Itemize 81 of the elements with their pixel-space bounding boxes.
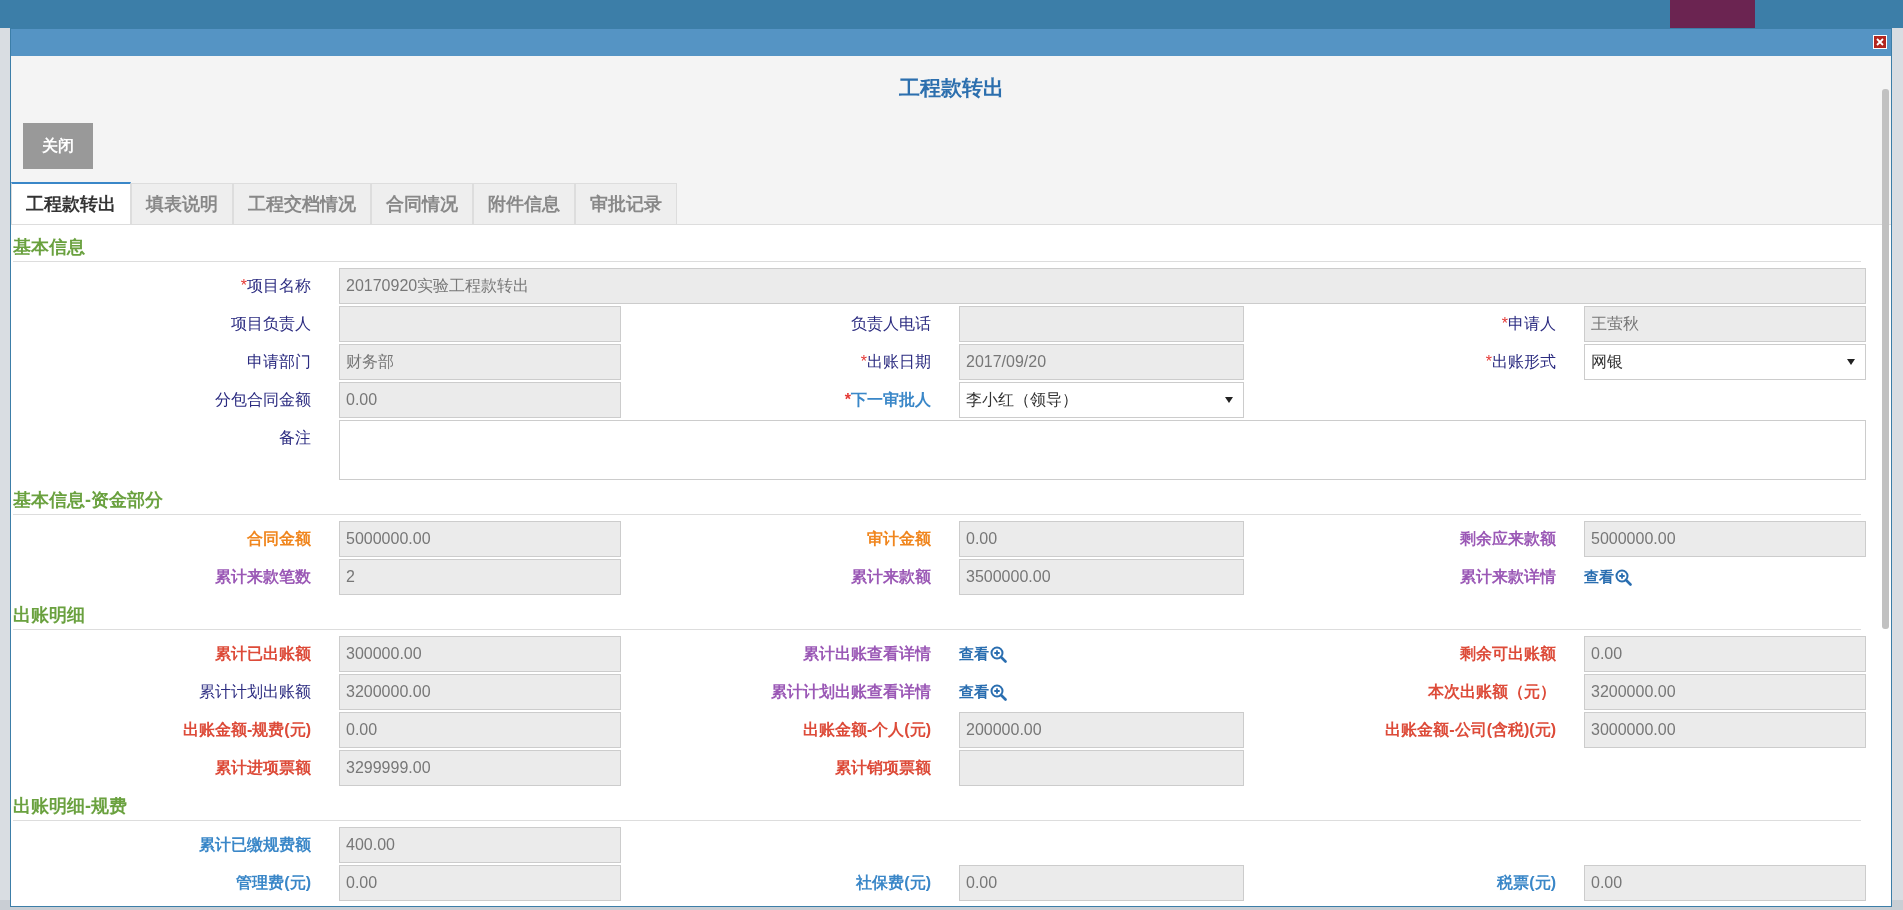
textarea-field[interactable] (339, 420, 1866, 480)
input-field[interactable]: 3000000.00 (1584, 712, 1866, 748)
field-label: 本次出账额（元） (1427, 682, 1556, 702)
tab[interactable]: 合同情况 (371, 183, 473, 224)
input-field[interactable]: 3299999.00 (339, 750, 621, 786)
field-label: 税票(元) (1495, 873, 1556, 893)
field-label: 审计金额 (866, 529, 931, 549)
field-label: 项目负责人 (230, 314, 311, 334)
section-heading: 出账明细-规费 (13, 790, 1861, 821)
input-field[interactable]: 3200000.00 (339, 674, 621, 710)
tab[interactable]: 填表说明 (131, 183, 233, 224)
tab[interactable]: 工程交档情况 (233, 183, 371, 224)
input-field[interactable]: 0.00 (1584, 636, 1866, 672)
zoom-in-icon[interactable] (990, 645, 1007, 663)
close-icon[interactable] (1873, 35, 1887, 49)
field-label: 出账金额-规费(元) (182, 720, 311, 740)
view-link[interactable]: 查看 (959, 682, 989, 702)
tab[interactable]: 工程款转出 (11, 182, 131, 224)
field-label: 管理费(元) (235, 873, 311, 893)
field-label: *项目名称 (239, 276, 311, 296)
input-field[interactable]: 王萤秋 (1584, 306, 1866, 342)
tab[interactable]: 附件信息 (473, 183, 575, 224)
field-label: 合同金额 (246, 529, 311, 549)
input-field[interactable]: 财务部 (339, 344, 621, 380)
field-label: 累计来款笔数 (214, 567, 311, 587)
field-label: 申请部门 (246, 352, 311, 372)
section-heading: 出账明细 (13, 599, 1861, 630)
view-link[interactable]: 查看 (1584, 567, 1614, 587)
section-heading: 基本信息 (13, 231, 1861, 262)
input-field[interactable]: 0.00 (959, 865, 1244, 901)
tab[interactable]: 审批记录 (575, 183, 677, 224)
close-button[interactable]: 关闭 (23, 123, 93, 169)
input-field[interactable]: 3200000.00 (1584, 674, 1866, 710)
field-label: 累计已出账额 (214, 644, 311, 664)
field-label: 累计出账查看详情 (802, 644, 931, 664)
field-label: 分包合同金额 (214, 390, 311, 410)
section-heading: 基本信息-资金部分 (13, 484, 1861, 515)
input-field[interactable]: 2017/09/20 (959, 344, 1244, 380)
field-label: 累计计划出账查看详情 (770, 682, 931, 702)
field-label: 剩余可出账额 (1459, 644, 1556, 664)
select-field[interactable]: 李小红（领导） (959, 382, 1244, 418)
field-label: 累计计划出账额 (198, 682, 311, 702)
scrollbar[interactable] (1882, 89, 1889, 629)
input-field[interactable]: 5000000.00 (339, 521, 621, 557)
input-field[interactable]: 2 (339, 559, 621, 595)
input-field[interactable]: 3500000.00 (959, 559, 1244, 595)
field-label: 负责人电话 (850, 314, 931, 334)
field-label: 累计进项票额 (214, 758, 311, 778)
input-field[interactable] (959, 750, 1244, 786)
input-field[interactable]: 0.00 (339, 712, 621, 748)
field-label: 累计销项票额 (834, 758, 931, 778)
field-label: *下一审批人 (843, 390, 931, 410)
input-field[interactable]: 200000.00 (959, 712, 1244, 748)
input-field[interactable]: 20170920实验工程款转出 (339, 268, 1866, 304)
field-label: *出账形式 (1484, 352, 1556, 372)
select-field[interactable]: 网银 (1584, 344, 1866, 380)
input-field[interactable]: 400.00 (339, 827, 621, 863)
field-label: *出账日期 (859, 352, 931, 372)
field-label: 出账金额-公司(含税)(元) (1384, 720, 1556, 740)
input-field[interactable]: 5000000.00 (1584, 521, 1866, 557)
input-field[interactable]: 0.00 (339, 865, 621, 901)
zoom-in-icon[interactable] (1615, 568, 1632, 586)
field-label: 社保费(元) (855, 873, 931, 893)
input-field[interactable]: 0.00 (339, 382, 621, 418)
dialog-title: 工程款转出 (898, 75, 1004, 101)
zoom-in-icon[interactable] (990, 683, 1007, 701)
field-label: *申请人 (1500, 314, 1556, 334)
field-label: 剩余应来款额 (1459, 529, 1556, 549)
field-label: 出账金额-个人(元) (802, 720, 931, 740)
input-field[interactable]: 300000.00 (339, 636, 621, 672)
dropdown-caret-icon (1847, 359, 1855, 365)
field-label: 累计来款详情 (1459, 567, 1556, 587)
input-field[interactable]: 0.00 (959, 521, 1244, 557)
input-field[interactable]: 0.00 (1584, 865, 1866, 901)
view-link[interactable]: 查看 (959, 644, 989, 664)
field-label: 累计已缴规费额 (198, 835, 311, 855)
input-field[interactable] (959, 306, 1244, 342)
field-label: 备注 (278, 428, 311, 448)
dropdown-caret-icon (1225, 397, 1233, 403)
field-label: 累计来款额 (850, 567, 931, 587)
input-field[interactable] (339, 306, 621, 342)
